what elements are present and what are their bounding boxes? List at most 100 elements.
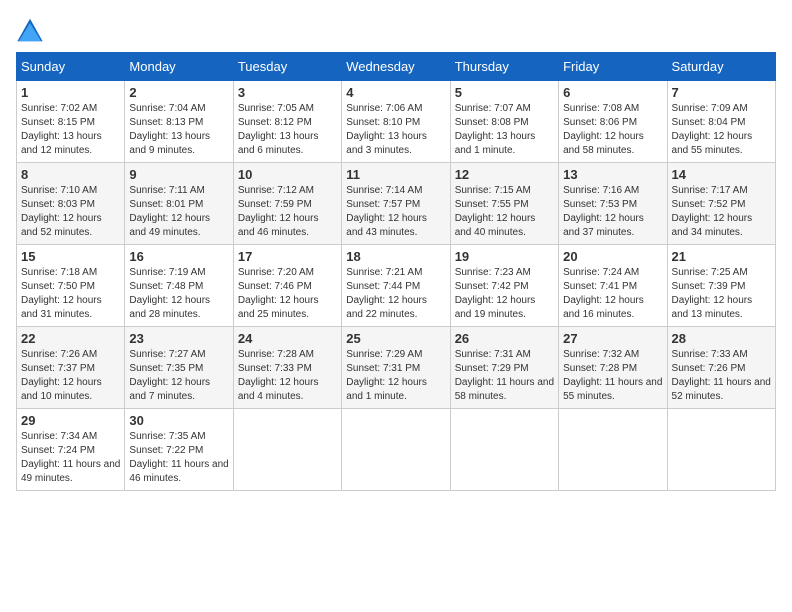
day-number: 15 xyxy=(21,249,120,264)
day-number: 20 xyxy=(563,249,662,264)
calendar-cell: 28 Sunrise: 7:33 AMSunset: 7:26 PMDaylig… xyxy=(667,327,775,409)
logo-icon xyxy=(16,16,44,44)
day-detail: Sunrise: 7:26 AMSunset: 7:37 PMDaylight:… xyxy=(21,349,102,402)
day-number: 9 xyxy=(129,167,228,182)
calendar-cell xyxy=(342,409,450,491)
day-number: 22 xyxy=(21,331,120,346)
day-detail: Sunrise: 7:02 AMSunset: 8:15 PMDaylight:… xyxy=(21,103,102,156)
calendar-cell: 29 Sunrise: 7:34 AMSunset: 7:24 PMDaylig… xyxy=(17,409,125,491)
day-detail: Sunrise: 7:05 AMSunset: 8:12 PMDaylight:… xyxy=(238,103,319,156)
day-detail: Sunrise: 7:16 AMSunset: 7:53 PMDaylight:… xyxy=(563,185,644,238)
day-number: 12 xyxy=(455,167,554,182)
day-detail: Sunrise: 7:15 AMSunset: 7:55 PMDaylight:… xyxy=(455,185,536,238)
day-number: 21 xyxy=(672,249,771,264)
day-number: 10 xyxy=(238,167,337,182)
calendar-cell: 1 Sunrise: 7:02 AMSunset: 8:15 PMDayligh… xyxy=(17,81,125,163)
day-detail: Sunrise: 7:21 AMSunset: 7:44 PMDaylight:… xyxy=(346,267,427,320)
day-detail: Sunrise: 7:11 AMSunset: 8:01 PMDaylight:… xyxy=(129,185,210,238)
day-detail: Sunrise: 7:25 AMSunset: 7:39 PMDaylight:… xyxy=(672,267,753,320)
week-row-3: 15 Sunrise: 7:18 AMSunset: 7:50 PMDaylig… xyxy=(17,245,776,327)
week-row-4: 22 Sunrise: 7:26 AMSunset: 7:37 PMDaylig… xyxy=(17,327,776,409)
calendar-cell: 26 Sunrise: 7:31 AMSunset: 7:29 PMDaylig… xyxy=(450,327,558,409)
calendar-cell xyxy=(667,409,775,491)
day-number: 25 xyxy=(346,331,445,346)
day-number: 2 xyxy=(129,85,228,100)
calendar-cell: 7 Sunrise: 7:09 AMSunset: 8:04 PMDayligh… xyxy=(667,81,775,163)
calendar-cell: 19 Sunrise: 7:23 AMSunset: 7:42 PMDaylig… xyxy=(450,245,558,327)
day-number: 19 xyxy=(455,249,554,264)
calendar-table: SundayMondayTuesdayWednesdayThursdayFrid… xyxy=(16,52,776,491)
day-detail: Sunrise: 7:12 AMSunset: 7:59 PMDaylight:… xyxy=(238,185,319,238)
day-number: 26 xyxy=(455,331,554,346)
day-number: 1 xyxy=(21,85,120,100)
day-detail: Sunrise: 7:10 AMSunset: 8:03 PMDaylight:… xyxy=(21,185,102,238)
calendar-cell: 4 Sunrise: 7:06 AMSunset: 8:10 PMDayligh… xyxy=(342,81,450,163)
day-detail: Sunrise: 7:24 AMSunset: 7:41 PMDaylight:… xyxy=(563,267,644,320)
calendar-cell: 30 Sunrise: 7:35 AMSunset: 7:22 PMDaylig… xyxy=(125,409,233,491)
calendar-cell: 27 Sunrise: 7:32 AMSunset: 7:28 PMDaylig… xyxy=(559,327,667,409)
day-number: 24 xyxy=(238,331,337,346)
day-number: 8 xyxy=(21,167,120,182)
day-detail: Sunrise: 7:31 AMSunset: 7:29 PMDaylight:… xyxy=(455,349,554,402)
weekday-header-wednesday: Wednesday xyxy=(342,53,450,81)
calendar-cell xyxy=(559,409,667,491)
calendar-cell: 3 Sunrise: 7:05 AMSunset: 8:12 PMDayligh… xyxy=(233,81,341,163)
calendar-cell: 2 Sunrise: 7:04 AMSunset: 8:13 PMDayligh… xyxy=(125,81,233,163)
day-number: 27 xyxy=(563,331,662,346)
calendar-cell: 11 Sunrise: 7:14 AMSunset: 7:57 PMDaylig… xyxy=(342,163,450,245)
day-detail: Sunrise: 7:14 AMSunset: 7:57 PMDaylight:… xyxy=(346,185,427,238)
week-row-2: 8 Sunrise: 7:10 AMSunset: 8:03 PMDayligh… xyxy=(17,163,776,245)
calendar-cell: 8 Sunrise: 7:10 AMSunset: 8:03 PMDayligh… xyxy=(17,163,125,245)
day-detail: Sunrise: 7:33 AMSunset: 7:26 PMDaylight:… xyxy=(672,349,771,402)
calendar-cell: 24 Sunrise: 7:28 AMSunset: 7:33 PMDaylig… xyxy=(233,327,341,409)
weekday-header-saturday: Saturday xyxy=(667,53,775,81)
day-number: 30 xyxy=(129,413,228,428)
day-number: 17 xyxy=(238,249,337,264)
day-number: 4 xyxy=(346,85,445,100)
day-number: 11 xyxy=(346,167,445,182)
weekday-header-row: SundayMondayTuesdayWednesdayThursdayFrid… xyxy=(17,53,776,81)
calendar-cell: 14 Sunrise: 7:17 AMSunset: 7:52 PMDaylig… xyxy=(667,163,775,245)
day-detail: Sunrise: 7:09 AMSunset: 8:04 PMDaylight:… xyxy=(672,103,753,156)
day-detail: Sunrise: 7:20 AMSunset: 7:46 PMDaylight:… xyxy=(238,267,319,320)
day-detail: Sunrise: 7:28 AMSunset: 7:33 PMDaylight:… xyxy=(238,349,319,402)
day-number: 7 xyxy=(672,85,771,100)
calendar-cell: 20 Sunrise: 7:24 AMSunset: 7:41 PMDaylig… xyxy=(559,245,667,327)
calendar-cell: 13 Sunrise: 7:16 AMSunset: 7:53 PMDaylig… xyxy=(559,163,667,245)
day-number: 28 xyxy=(672,331,771,346)
calendar-cell: 23 Sunrise: 7:27 AMSunset: 7:35 PMDaylig… xyxy=(125,327,233,409)
day-detail: Sunrise: 7:04 AMSunset: 8:13 PMDaylight:… xyxy=(129,103,210,156)
day-detail: Sunrise: 7:23 AMSunset: 7:42 PMDaylight:… xyxy=(455,267,536,320)
calendar-cell xyxy=(450,409,558,491)
calendar-cell: 18 Sunrise: 7:21 AMSunset: 7:44 PMDaylig… xyxy=(342,245,450,327)
day-detail: Sunrise: 7:32 AMSunset: 7:28 PMDaylight:… xyxy=(563,349,662,402)
day-detail: Sunrise: 7:07 AMSunset: 8:08 PMDaylight:… xyxy=(455,103,536,156)
calendar-cell: 17 Sunrise: 7:20 AMSunset: 7:46 PMDaylig… xyxy=(233,245,341,327)
calendar-cell: 5 Sunrise: 7:07 AMSunset: 8:08 PMDayligh… xyxy=(450,81,558,163)
calendar-cell xyxy=(233,409,341,491)
day-number: 6 xyxy=(563,85,662,100)
calendar-cell: 22 Sunrise: 7:26 AMSunset: 7:37 PMDaylig… xyxy=(17,327,125,409)
weekday-header-thursday: Thursday xyxy=(450,53,558,81)
day-number: 18 xyxy=(346,249,445,264)
day-detail: Sunrise: 7:34 AMSunset: 7:24 PMDaylight:… xyxy=(21,431,120,484)
day-detail: Sunrise: 7:08 AMSunset: 8:06 PMDaylight:… xyxy=(563,103,644,156)
calendar-cell: 15 Sunrise: 7:18 AMSunset: 7:50 PMDaylig… xyxy=(17,245,125,327)
week-row-5: 29 Sunrise: 7:34 AMSunset: 7:24 PMDaylig… xyxy=(17,409,776,491)
calendar-cell: 25 Sunrise: 7:29 AMSunset: 7:31 PMDaylig… xyxy=(342,327,450,409)
calendar-cell: 6 Sunrise: 7:08 AMSunset: 8:06 PMDayligh… xyxy=(559,81,667,163)
weekday-header-monday: Monday xyxy=(125,53,233,81)
day-number: 3 xyxy=(238,85,337,100)
weekday-header-tuesday: Tuesday xyxy=(233,53,341,81)
day-number: 13 xyxy=(563,167,662,182)
day-detail: Sunrise: 7:35 AMSunset: 7:22 PMDaylight:… xyxy=(129,431,228,484)
day-number: 23 xyxy=(129,331,228,346)
calendar-cell: 16 Sunrise: 7:19 AMSunset: 7:48 PMDaylig… xyxy=(125,245,233,327)
day-detail: Sunrise: 7:17 AMSunset: 7:52 PMDaylight:… xyxy=(672,185,753,238)
day-number: 29 xyxy=(21,413,120,428)
header xyxy=(16,16,776,44)
weekday-header-friday: Friday xyxy=(559,53,667,81)
day-detail: Sunrise: 7:18 AMSunset: 7:50 PMDaylight:… xyxy=(21,267,102,320)
calendar-cell: 9 Sunrise: 7:11 AMSunset: 8:01 PMDayligh… xyxy=(125,163,233,245)
weekday-header-sunday: Sunday xyxy=(17,53,125,81)
